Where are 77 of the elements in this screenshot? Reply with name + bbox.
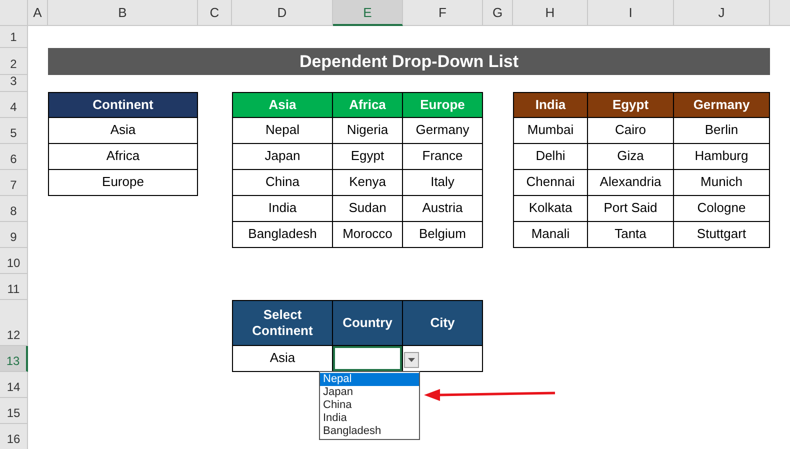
table-cell: Bangladesh (232, 222, 333, 248)
row-header[interactable]: 10 (0, 248, 28, 274)
table-cell: Manali (513, 222, 588, 248)
active-cell[interactable] (333, 346, 403, 372)
column-header[interactable]: G (483, 0, 513, 26)
table-cell: China (232, 170, 333, 196)
row-header[interactable]: 7 (0, 170, 28, 196)
table-cell: Munich (674, 170, 770, 196)
table-cell: Alexandria (588, 170, 674, 196)
column-header[interactable]: D (232, 0, 333, 26)
column-header: Asia (232, 92, 333, 118)
row-header[interactable]: 8 (0, 196, 28, 222)
table-cell: Africa (48, 144, 198, 170)
column-header[interactable]: J (674, 0, 770, 26)
row-header[interactable]: 9 (0, 222, 28, 248)
column-header: Europe (403, 92, 483, 118)
column-header[interactable]: C (198, 0, 232, 26)
row-header[interactable]: 5 (0, 118, 28, 144)
table-cell: Cologne (674, 196, 770, 222)
table-cell[interactable]: Asia (232, 346, 333, 372)
table-cell: Chennai (513, 170, 588, 196)
table-cell: Europe (48, 170, 198, 196)
column-header: Africa (333, 92, 403, 118)
table-cell: Mumbai (513, 118, 588, 144)
column-header[interactable]: B (48, 0, 198, 26)
column-header: Germany (674, 92, 770, 118)
table-cell: Asia (48, 118, 198, 144)
table-cell: Kenya (333, 170, 403, 196)
table-cell: Japan (232, 144, 333, 170)
column-header: Country (333, 300, 403, 346)
column-header[interactable]: F (403, 0, 483, 26)
table-cell: Italy (403, 170, 483, 196)
table-cell: Port Said (588, 196, 674, 222)
table-cell: Tanta (588, 222, 674, 248)
arrow-icon (424, 388, 556, 402)
column-header[interactable]: E (333, 0, 403, 26)
table-cell: France (403, 144, 483, 170)
column-header[interactable]: H (513, 0, 588, 26)
table-cell: Kolkata (513, 196, 588, 222)
column-header: India (513, 92, 588, 118)
table-cell: Stuttgart (674, 222, 770, 248)
column-header: Continent (48, 92, 198, 118)
table-cell: Delhi (513, 144, 588, 170)
table-cell: Morocco (333, 222, 403, 248)
table-cell: Nepal (232, 118, 333, 144)
table-cell: Sudan (333, 196, 403, 222)
row-header[interactable]: 2 (0, 48, 28, 75)
table-cell: Nigeria (333, 118, 403, 144)
table-cell: Germany (403, 118, 483, 144)
column-header[interactable]: I (588, 0, 674, 26)
title-banner: Dependent Drop-Down List (48, 48, 770, 75)
row-header[interactable]: 15 (0, 398, 28, 424)
column-header[interactable]: A (28, 0, 48, 26)
caret-icon (408, 358, 415, 362)
table-cell: Berlin (674, 118, 770, 144)
dropdown-option[interactable]: Nepal (320, 373, 419, 386)
column-header: Select Continent (232, 300, 333, 346)
row-header[interactable]: 13 (0, 346, 28, 372)
table-cell: Belgium (403, 222, 483, 248)
table-cell: Cairo (588, 118, 674, 144)
row-header[interactable]: 14 (0, 372, 28, 398)
column-header-strip (770, 0, 790, 26)
row-header[interactable]: 4 (0, 92, 28, 118)
row-header[interactable]: 11 (0, 274, 28, 300)
column-header: Egypt (588, 92, 674, 118)
column-header: City (403, 300, 483, 346)
table-cell: India (232, 196, 333, 222)
table-cell: Hamburg (674, 144, 770, 170)
row-header[interactable]: 3 (0, 75, 28, 92)
row-header[interactable]: 12 (0, 300, 28, 346)
row-header[interactable]: 6 (0, 144, 28, 170)
row-header[interactable]: 16 (0, 424, 28, 449)
table-cell: Austria (403, 196, 483, 222)
table-cell: Egypt (333, 144, 403, 170)
row-header[interactable]: 1 (0, 26, 28, 48)
dropdown-button[interactable] (404, 352, 419, 368)
table-cell: Giza (588, 144, 674, 170)
